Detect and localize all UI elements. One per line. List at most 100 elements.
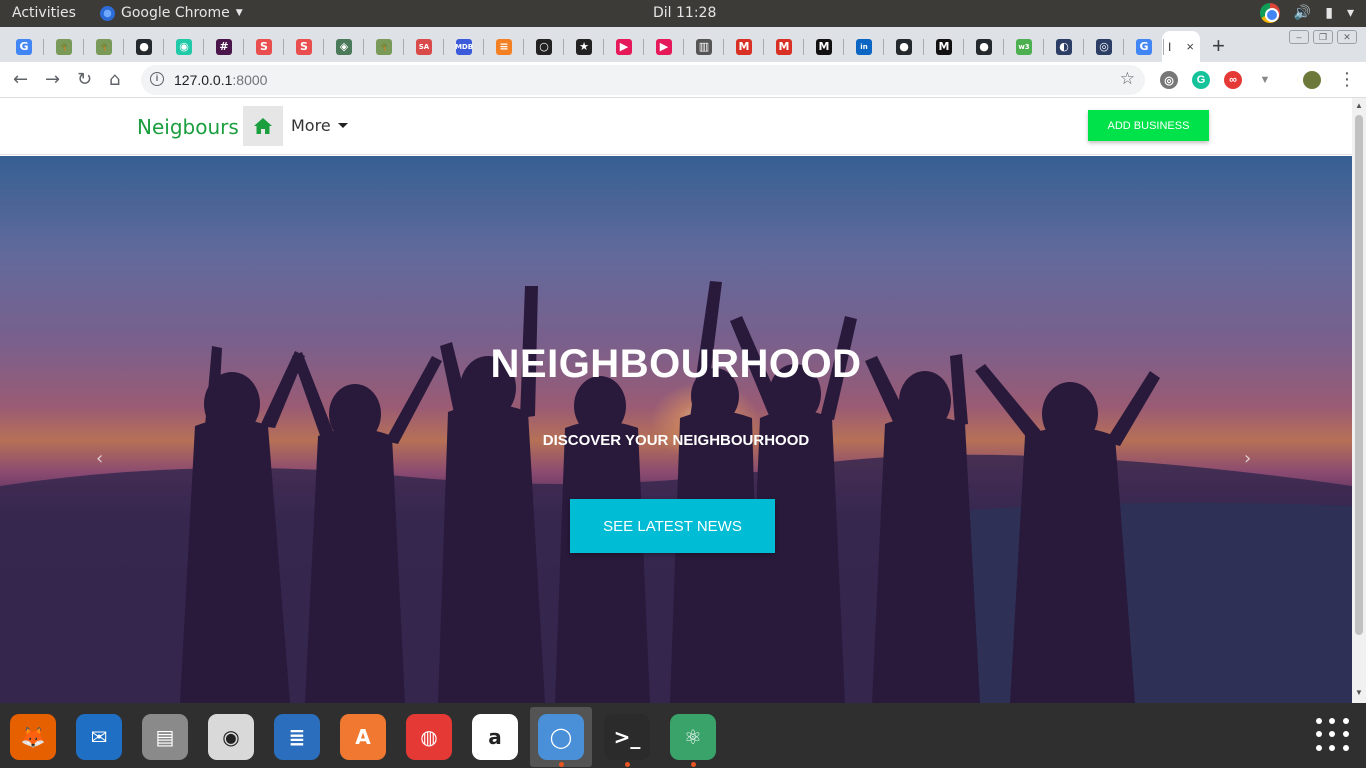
browser-tab[interactable]: 🌴 (84, 31, 124, 62)
browser-tab[interactable]: ● (964, 31, 1004, 62)
w3-icon: w3 (1016, 38, 1032, 55)
dock-item[interactable]: ◍ (398, 707, 460, 767)
chrome-dock-icon: ◯ (538, 714, 584, 760)
dock-item[interactable]: ▤ (134, 707, 196, 767)
mdb-icon: MDB (455, 38, 473, 55)
dock-item[interactable]: A (332, 707, 394, 767)
browser-tab[interactable]: ▶ (644, 31, 684, 62)
dock-item[interactable]: ✉ (68, 707, 130, 767)
address-bar[interactable]: i 127.0.0.1:8000 ☆ (141, 65, 1145, 95)
browser-tab[interactable]: ● (884, 31, 924, 62)
medium-icon: M (816, 38, 832, 55)
back-arrow-icon[interactable]: ← (13, 69, 28, 90)
forward-arrow-icon[interactable]: → (45, 69, 60, 90)
battery-icon[interactable]: ▮ (1325, 5, 1333, 21)
browser-tab[interactable]: SA (404, 31, 444, 62)
amazon-icon: a (472, 714, 518, 760)
app-menu[interactable]: Google Chrome ▼ (100, 5, 243, 21)
terminal-icon: >_ (604, 714, 650, 760)
chevron-down-icon: ▼ (235, 8, 243, 18)
hero-overlay (0, 156, 1352, 703)
writer-icon: ≣ (274, 714, 320, 760)
browser-tab[interactable]: ◈ (324, 31, 364, 62)
running-indicator (625, 762, 630, 767)
grammarly-icon[interactable]: G (1192, 71, 1210, 89)
browser-tab[interactable]: # (204, 31, 244, 62)
browser-tab[interactable]: ○ (524, 31, 564, 62)
browser-tab[interactable]: M (724, 31, 764, 62)
browser-tab[interactable]: S (244, 31, 284, 62)
browser-tab[interactable]: ◎ (1084, 31, 1124, 62)
browser-tab[interactable]: ◐ (1044, 31, 1084, 62)
url-text[interactable]: 127.0.0.1:8000 (174, 72, 267, 88)
close-window-icon[interactable]: ✕ (1337, 30, 1357, 44)
atom-icon: ⚛ (670, 714, 716, 760)
browser-tab[interactable]: M (764, 31, 804, 62)
show-applications-icon[interactable] (1316, 718, 1350, 752)
maximize-icon[interactable]: ❐ (1313, 30, 1333, 44)
home-nav-button[interactable] (243, 106, 283, 146)
dock-item[interactable]: ⚛ (662, 707, 724, 767)
site-brand[interactable]: Neigbours (137, 115, 239, 139)
volume-icon[interactable]: 🔊 (1294, 5, 1311, 21)
home-icon (254, 118, 272, 134)
infinity-extension-icon[interactable]: ∞ (1224, 71, 1242, 89)
carousel-prev-icon[interactable]: ‹ (96, 448, 103, 469)
add-business-button[interactable]: ADD BUSINESS (1088, 110, 1209, 141)
browser-tab[interactable]: in (844, 31, 884, 62)
browser-tab[interactable]: ≡ (484, 31, 524, 62)
see-latest-news-button[interactable]: SEE LATEST NEWS (570, 499, 775, 553)
rhythmbox-icon: ◉ (208, 714, 254, 760)
page-scrollbar[interactable]: ▲ ▼ (1352, 98, 1366, 703)
tree-icon: 🌴 (56, 38, 72, 55)
clock[interactable]: Dil 11:28 (653, 5, 716, 21)
page-viewport: Neigbours More ADD BUSINESS ‹ › NEIGHBOU… (0, 98, 1352, 703)
play-icon: ▶ (616, 38, 632, 55)
dock-item[interactable]: ≣ (266, 707, 328, 767)
activities-button[interactable]: Activities (12, 5, 76, 21)
menu-kebab-icon[interactable]: ⋮ (1338, 69, 1356, 90)
hero-carousel: ‹ › NEIGHBOURHOOD DISCOVER YOUR NEIGHBOU… (0, 156, 1352, 703)
dock-item[interactable]: 🦊 (2, 707, 64, 767)
profile-avatar[interactable] (1303, 71, 1321, 89)
browser-tab[interactable]: G (4, 31, 44, 62)
browser-tab[interactable]: M (804, 31, 844, 62)
site-info-icon[interactable]: i (150, 72, 164, 86)
bookmark-star-icon[interactable]: ☆ (1120, 69, 1135, 89)
dock-item[interactable]: a (464, 707, 526, 767)
browser-tab[interactable]: 🌴 (364, 31, 404, 62)
system-menu-chevron-icon[interactable]: ▾ (1347, 5, 1354, 21)
browser-tab[interactable]: M (924, 31, 964, 62)
browser-tab[interactable]: ▶ (604, 31, 644, 62)
chrome-tray-icon[interactable] (1259, 3, 1280, 23)
dock-item[interactable]: ◉ (200, 707, 262, 767)
carousel-next-icon[interactable]: › (1244, 448, 1251, 469)
browser-tab[interactable]: ▥ (684, 31, 724, 62)
vue-devtools-icon[interactable]: ▼ (1256, 71, 1274, 89)
medium-icon: M (936, 38, 952, 55)
browser-tab[interactable]: 🌴 (44, 31, 84, 62)
tab-active[interactable]: I × (1162, 31, 1200, 62)
browser-tab[interactable]: G (1124, 31, 1164, 62)
browser-tab[interactable]: ★ (564, 31, 604, 62)
reload-icon[interactable]: ↻ (77, 69, 92, 90)
minimize-icon[interactable]: – (1289, 30, 1309, 44)
dock-item[interactable]: >_ (596, 707, 658, 767)
close-tab-icon[interactable]: × (1186, 39, 1194, 54)
more-dropdown[interactable]: More (291, 116, 348, 135)
browser-tab[interactable]: ◉ (164, 31, 204, 62)
gmail-icon: M (776, 38, 792, 55)
dock-item[interactable]: ◯ (530, 707, 592, 767)
browser-tab[interactable]: MDB (444, 31, 484, 62)
browser-tab[interactable]: S (284, 31, 324, 62)
system-tray: 🔊 ▮ ▾ (1259, 3, 1354, 23)
home-icon[interactable]: ⌂ (109, 69, 120, 90)
extension-film-icon[interactable]: ◎ (1160, 71, 1178, 89)
scrollbar-thumb[interactable] (1355, 115, 1363, 635)
scroll-up-icon[interactable]: ▲ (1355, 101, 1363, 110)
browser-tab[interactable]: w3 (1004, 31, 1044, 62)
browser-tab[interactable]: ● (124, 31, 164, 62)
new-tab-button[interactable]: + (1212, 33, 1225, 59)
scroll-down-icon[interactable]: ▼ (1355, 688, 1363, 697)
colorful-circle-icon: ◉ (176, 38, 192, 55)
